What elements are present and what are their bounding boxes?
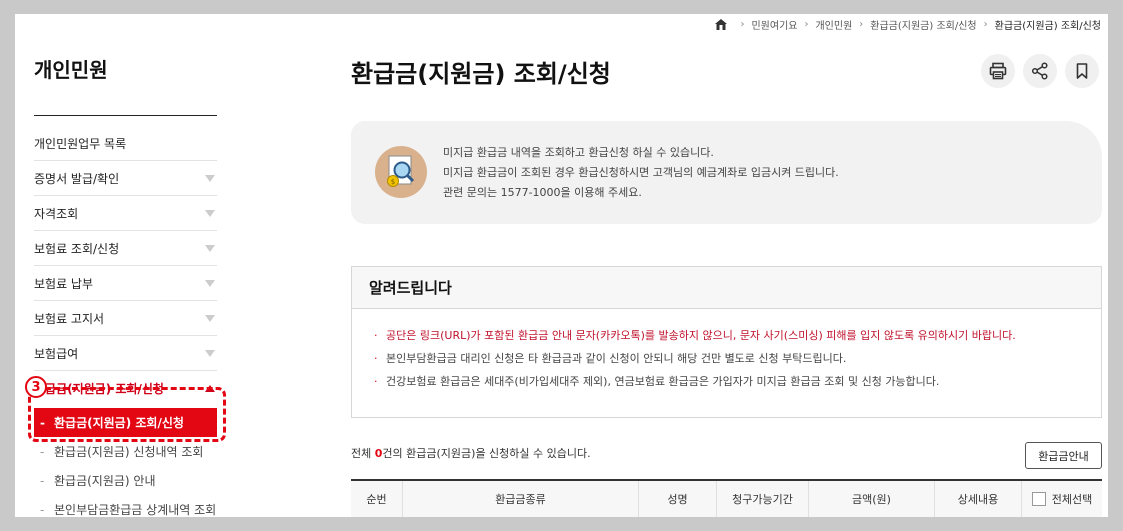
bookmark-button[interactable] [1065,54,1099,88]
page: › 민원여기요 › 개인민원 › 환급금(지원금) 조회/신청 › 환급금(지원… [15,14,1108,517]
column-header-detail: 상세내용 [935,481,1022,517]
info-line: 미지급 환급금이 조회된 경우 환급신청하시면 고객님의 예금계좌로 입금시켜 … [443,166,839,179]
sidebar-item-label: 증명서 발급/확인 [34,171,120,186]
print-button[interactable] [981,54,1015,88]
select-all-checkbox[interactable] [1031,492,1046,506]
callout-number-badge: 3 [25,376,47,398]
sidebar-item-premium-payment[interactable]: 보험료 납부 [34,266,217,301]
notice-item: · 건강보험료 환급금은 세대주(비가입세대주 제외), 연금보험료 환급금은 가… [374,370,1101,393]
sidebar-item-label: 개인민원업무 목록 [34,136,127,151]
dash-icon: - [40,502,45,517]
notice-body: · 공단은 링크(URL)가 포함된 환급금 안내 문자(카카오톡)를 발송하지 … [352,309,1101,393]
bullet-icon: · [374,352,378,365]
notice-text-warning: 공단은 링크(URL)가 포함된 환급금 안내 문자(카카오톡)를 발송하지 않… [386,329,1016,342]
page-title: 환급금(지원금) 조회/신청 [351,60,611,88]
sidebar-item-civil-list[interactable]: 개인민원업무 목록 [34,126,217,161]
chevron-right-icon: › [740,18,745,30]
notice-item: · 공단은 링크(URL)가 포함된 환급금 안내 문자(카카오톡)를 발송하지 … [374,324,1101,347]
sidebar-item-benefits[interactable]: 보험급여 [34,336,217,371]
table-header-row: 순번 환급금종류 성명 청구가능기간 금액(원) 상세내용 전체선택 [351,481,1102,517]
chevron-down-icon [205,279,215,287]
chevron-right-icon: › [983,18,988,30]
home-icon[interactable] [715,18,728,30]
chevron-right-icon: › [859,18,864,30]
search-document-icon: $ [375,146,427,198]
sidebar-item-label: 보험료 고지서 [34,311,105,326]
result-count: 전체 0건의 환급금(지원금)을 신청하실 수 있습니다. [351,445,591,461]
sidebar-item-qualification[interactable]: 자격조회 [34,196,217,231]
notice-title: 알려드립니다 [352,267,1101,309]
sidebar-item-label: 보험료 조회/신청 [34,241,120,256]
notice-item: · 본인부담환급금 대리인 신청은 타 환급금과 같이 신청이 안되니 해당 건만… [374,347,1101,370]
sidebar-item-certificate[interactable]: 증명서 발급/확인 [34,161,217,196]
dash-icon: - [40,444,45,459]
breadcrumb-item[interactable]: 환급금(지원금) 조회/신청 [870,17,976,32]
chevron-down-icon [205,244,215,252]
info-box: $ 미지급 환급금 내역을 조회하고 환급신청 하실 수 있습니다. 미지급 환… [351,121,1102,224]
sidebar-item-label: 보험급여 [34,346,79,361]
bullet-icon: · [374,375,378,388]
breadcrumb-item[interactable]: 개인민원 [815,17,852,32]
chevron-down-icon [205,174,215,182]
column-header-period: 청구가능기간 [717,481,809,517]
sidebar-menu: 개인민원업무 목록 증명서 발급/확인 자격조회 보험료 조회/신청 보험료 납… [34,126,217,517]
submenu-item-refund-guide[interactable]: - 환급금(지원금) 안내 [34,466,217,495]
submenu-item-offset-history[interactable]: - 본인부담금환급금 상계내역 조회 [34,495,217,518]
refund-table: 순번 환급금종류 성명 청구가능기간 금액(원) 상세내용 전체선택 [351,479,1102,517]
share-button[interactable] [1023,54,1057,88]
dash-icon: - [40,473,45,488]
breadcrumb: › 민원여기요 › 개인민원 › 환급금(지원금) 조회/신청 › 환급금(지원… [715,14,1101,34]
highlight-callout-box [28,387,226,442]
column-header-type: 환급금종류 [403,481,639,517]
bullet-icon: · [374,329,378,342]
svg-text:$: $ [391,178,395,186]
notice-text: 본인부담환급금 대리인 신청은 타 환급금과 같이 신청이 안되니 해당 건만 … [386,352,847,365]
chevron-down-icon [205,209,215,217]
info-text: 미지급 환급금 내역을 조회하고 환급신청 하실 수 있습니다. 미지급 환급금… [443,143,839,203]
column-header-select-all: 전체선택 [1022,481,1102,517]
notice-text: 건강보험료 환급금은 세대주(비가입세대주 제외), 연금보험료 환급금은 가입… [386,375,940,388]
chevron-down-icon [205,314,215,322]
select-all-label: 전체선택 [1051,493,1093,506]
sidebar-item-label: 보험료 납부 [34,276,94,291]
info-line: 관련 문의는 1577-1000을 이용해 주세요. [443,186,642,199]
share-icon [1031,62,1048,80]
info-line: 미지급 환급금 내역을 조회하고 환급신청 하실 수 있습니다. [443,146,714,159]
notice-panel: 알려드립니다 · 공단은 링크(URL)가 포함된 환급금 안내 문자(카카오톡)… [351,266,1102,418]
chevron-right-icon: › [804,18,809,30]
submenu-item-label: 환급금(지원금) 안내 [54,474,156,488]
submenu-item-label: 본인부담금환급금 상계내역 조회 [54,503,217,517]
column-header-name: 성명 [639,481,717,517]
chevron-down-icon [205,349,215,357]
column-header-no: 순번 [351,481,403,517]
sidebar-item-premium-inquiry[interactable]: 보험료 조회/신청 [34,231,217,266]
sidebar-title: 개인민원 [34,58,108,82]
count-suffix: 건의 환급금(지원금)을 신청하실 수 있습니다. [382,447,591,460]
sidebar-item-premium-notice[interactable]: 보험료 고지서 [34,301,217,336]
count-prefix: 전체 [351,447,375,460]
breadcrumb-item[interactable]: 민원여기요 [751,17,797,32]
breadcrumb-current: 환급금(지원금) 조회/신청 [994,20,1101,32]
sidebar-item-label: 자격조회 [34,206,79,221]
bookmark-icon [1076,63,1088,79]
column-header-amount: 금액(원) [809,481,935,517]
submenu-item-label: 환급금(지원금) 신청내역 조회 [54,445,204,459]
sidebar-divider [34,115,217,116]
refund-guide-button[interactable]: 환급금안내 [1025,442,1102,469]
print-icon [989,62,1007,80]
